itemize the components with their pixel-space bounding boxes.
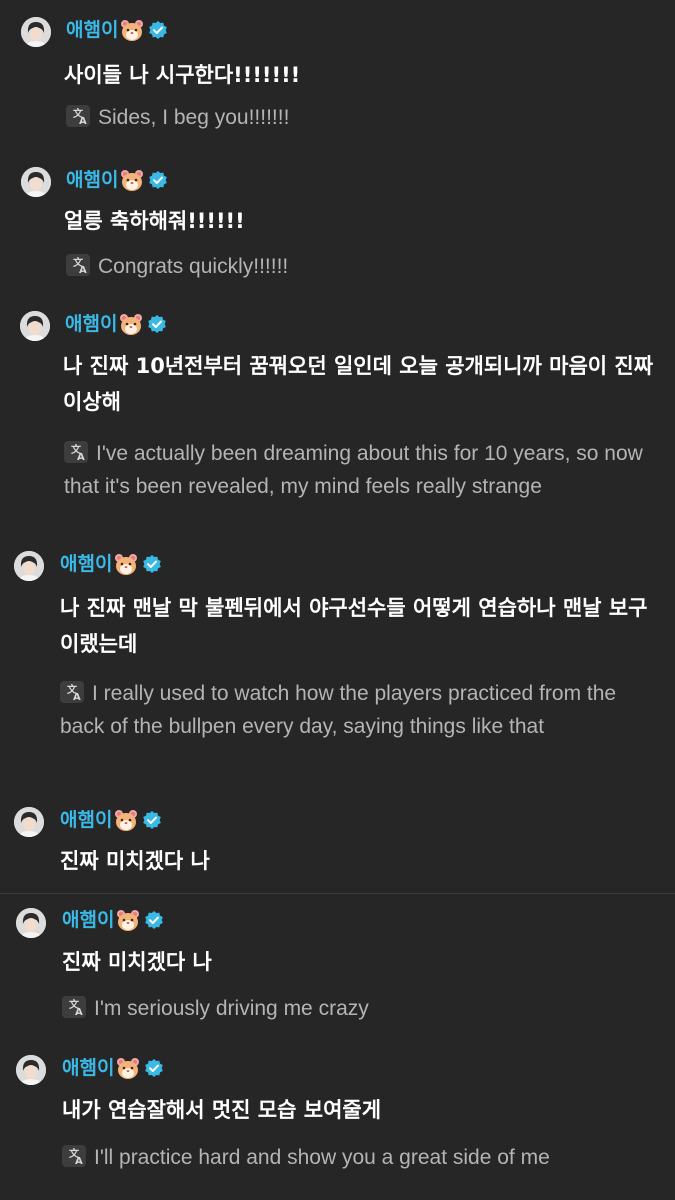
message-text: 내가 연습잘해서 멋진 모습 보여줄게 (62, 1098, 382, 1122)
author-row: 애햄이 (60, 807, 162, 833)
hamster-icon (115, 810, 138, 831)
author-row: 애햄이 (62, 907, 164, 933)
translate-icon[interactable]: 文 A (64, 441, 88, 463)
verified-icon (148, 315, 167, 333)
author-name[interactable]: 애햄이 (66, 17, 118, 43)
translation: 文 A I'll practice hard and show you a gr… (62, 1142, 665, 1175)
author-row: 애햄이 (65, 311, 167, 337)
author-row: 애햄이 (62, 1055, 164, 1081)
translate-icon[interactable]: 文 A (62, 1145, 86, 1167)
profile-photo-icon (21, 17, 51, 47)
hamster-icon (121, 20, 144, 41)
verified-icon (143, 555, 162, 573)
author-name[interactable]: 애햄이 (62, 907, 114, 933)
message-text: 나 진짜 맨날 막 불펜뒤에서 야구선수들 어떻게 연습하나 맨날 보구 이랬는… (60, 596, 655, 656)
avatar[interactable] (21, 17, 51, 47)
avatar[interactable] (16, 908, 46, 938)
translation-text: I'm seriously driving me crazy (94, 997, 369, 1020)
author-row: 애햄이 (60, 551, 162, 577)
svg-text:A: A (77, 452, 85, 463)
profile-photo-icon (14, 807, 44, 837)
profile-photo-icon (16, 1055, 46, 1085)
verified-icon (149, 21, 168, 39)
author-name[interactable]: 애햄이 (66, 167, 118, 193)
svg-text:A: A (73, 692, 81, 703)
profile-photo-icon (16, 908, 46, 938)
hamster-icon (115, 554, 138, 575)
avatar[interactable] (16, 1055, 46, 1085)
hamster-icon (120, 314, 143, 335)
profile-photo-icon (14, 551, 44, 581)
message-text: 나 진짜 10년전부터 꿈꿔오던 일인데 오늘 공개되니까 마음이 진짜 이상해 (63, 354, 661, 414)
author-name[interactable]: 애햄이 (60, 551, 112, 577)
translation-text: Sides, I beg you!!!!!!! (98, 106, 290, 129)
verified-icon (149, 171, 168, 189)
translate-icon[interactable]: 文 A (66, 105, 90, 127)
translation-text: I've actually been dreaming about this f… (64, 442, 643, 498)
verified-icon (145, 911, 164, 929)
message-text: 사이들 나 시구한다!!!!!!! (64, 63, 301, 87)
hamster-icon (117, 1058, 140, 1079)
author-name[interactable]: 애햄이 (62, 1055, 114, 1081)
hamster-icon (117, 910, 140, 931)
translate-icon[interactable]: 文 A (60, 681, 84, 703)
verified-icon (143, 811, 162, 829)
avatar[interactable] (14, 551, 44, 581)
avatar[interactable] (14, 807, 44, 837)
author-row: 애햄이 (66, 17, 168, 43)
translation: 文 A I've actually been dreaming about th… (64, 438, 665, 503)
translation: 文 A I'm seriously driving me crazy (62, 993, 665, 1026)
message-text: 진짜 미치겠다 나 (60, 849, 210, 873)
translation: 文 A I really used to watch how the playe… (60, 678, 665, 743)
avatar[interactable] (21, 167, 51, 197)
translate-icon[interactable]: 文 A (62, 996, 86, 1018)
translation-text: Congrats quickly!!!!!! (98, 255, 289, 278)
message-feed: 애햄이 사이들 나 시구한다!!!!!!! 文 A Sides, I beg y… (0, 0, 675, 1200)
svg-text:A: A (75, 1156, 83, 1167)
author-name[interactable]: 애햄이 (60, 807, 112, 833)
translate-icon[interactable]: 文 A (66, 254, 90, 276)
avatar[interactable] (20, 311, 50, 341)
divider (0, 893, 675, 894)
message-text: 얼릉 축하해줘!!!!!! (64, 209, 245, 233)
profile-photo-icon (20, 311, 50, 341)
svg-text:A: A (79, 265, 87, 276)
profile-photo-icon (21, 167, 51, 197)
translation: 文 A Sides, I beg you!!!!!!! (66, 102, 665, 135)
translation: 文 A Congrats quickly!!!!!! (66, 251, 665, 284)
hamster-icon (121, 170, 144, 191)
author-name[interactable]: 애햄이 (65, 311, 117, 337)
verified-icon (145, 1059, 164, 1077)
author-row: 애햄이 (66, 167, 168, 193)
translation-text: I'll practice hard and show you a great … (94, 1146, 550, 1169)
svg-text:A: A (79, 116, 87, 127)
message-text: 진짜 미치겠다 나 (62, 950, 212, 974)
svg-text:A: A (75, 1007, 83, 1018)
translation-text: I really used to watch how the players p… (60, 682, 617, 738)
